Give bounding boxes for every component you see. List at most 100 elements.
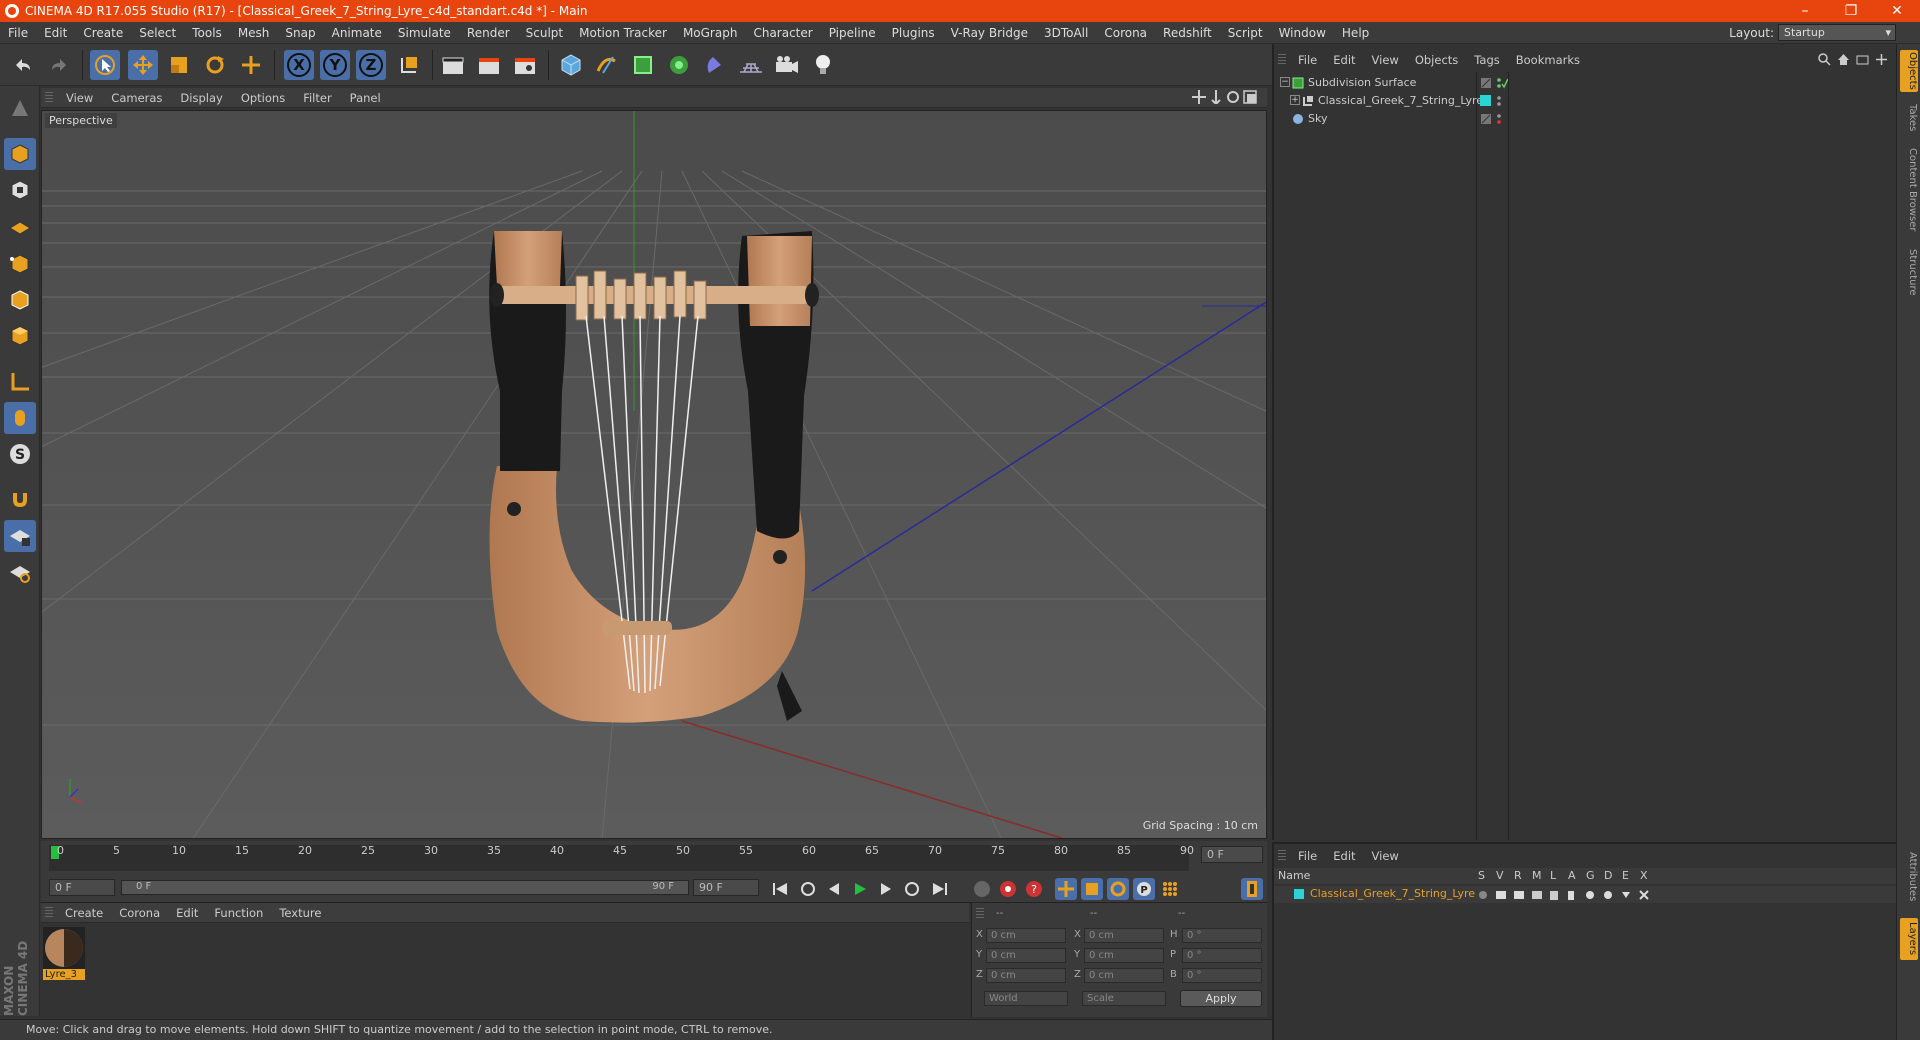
visibility-dots-icon[interactable] — [1496, 112, 1508, 126]
visibility-dots-icon[interactable] — [1496, 94, 1508, 108]
menu-render[interactable]: Render — [459, 26, 518, 40]
object-row-lyre[interactable]: + Classical_Greek_7_String_Lyre — [1274, 92, 1898, 110]
object-row-subdivision[interactable]: − Subdivision Surface — [1274, 74, 1898, 92]
pan-view-icon[interactable] — [1192, 90, 1206, 104]
layout-dropdown[interactable]: Startup ▾ — [1778, 24, 1896, 41]
size-y-field[interactable]: 0 cm — [1084, 948, 1164, 963]
visibility-dots-icon[interactable] — [1496, 76, 1508, 90]
objects-menu-bookmarks[interactable]: Bookmarks — [1508, 53, 1588, 67]
position-z-field[interactable]: 0 cm — [986, 968, 1066, 983]
tab-content-browser[interactable]: Content Browser — [1900, 144, 1918, 236]
texture-mode-button[interactable] — [4, 174, 36, 206]
layers-menu-edit[interactable]: Edit — [1325, 849, 1363, 863]
rotation-h-field[interactable]: 0 ° — [1182, 928, 1262, 943]
viewport-menu-panel[interactable]: Panel — [341, 91, 390, 105]
material-menu-create[interactable]: Create — [57, 906, 111, 920]
timeline-ruler[interactable]: 0 5 10 15 20 25 30 35 40 45 50 55 60 65 … — [41, 841, 1267, 877]
zoom-view-icon[interactable] — [1209, 90, 1223, 104]
go-to-start-button[interactable] — [769, 878, 791, 900]
tab-structure[interactable]: Structure — [1900, 244, 1918, 300]
record-active-button[interactable] — [971, 878, 993, 900]
menu-sculpt[interactable]: Sculpt — [518, 26, 571, 40]
viewport-menu-view[interactable]: View — [57, 91, 102, 105]
menu-vray-bridge[interactable]: V-Ray Bridge — [943, 26, 1036, 40]
apply-button[interactable]: Apply — [1180, 990, 1262, 1007]
objects-menu-edit[interactable]: Edit — [1325, 53, 1363, 67]
menu-mograph[interactable]: MoGraph — [675, 26, 746, 40]
search-icon[interactable] — [1818, 53, 1831, 66]
y-axis-lock-button[interactable]: Y — [320, 50, 350, 80]
expand-toggle-icon[interactable]: + — [1290, 95, 1300, 105]
next-frame-button[interactable] — [875, 878, 897, 900]
menu-create[interactable]: Create — [75, 26, 131, 40]
viewport-menu-filter[interactable]: Filter — [294, 91, 340, 105]
menu-window[interactable]: Window — [1271, 26, 1334, 40]
render-view-button[interactable] — [438, 50, 468, 80]
workplane-lock-button[interactable] — [4, 520, 36, 552]
viewport-menu-options[interactable]: Options — [232, 91, 294, 105]
layer-col-xref[interactable]: X — [1640, 869, 1648, 882]
layer-col-solo[interactable]: S — [1478, 869, 1485, 882]
model-mode-button[interactable] — [4, 138, 36, 170]
position-x-field[interactable]: 0 cm — [986, 928, 1066, 943]
camera-button[interactable] — [772, 50, 802, 80]
snap-button[interactable] — [4, 484, 36, 516]
end-frame-field[interactable]: 90 F — [693, 879, 759, 896]
viewport-menu-display[interactable]: Display — [171, 91, 231, 105]
record-point-level-button[interactable] — [1159, 878, 1181, 900]
previous-key-button[interactable] — [797, 878, 819, 900]
keyframe-selection-button[interactable]: ? — [1023, 878, 1045, 900]
menu-file[interactable]: File — [0, 26, 36, 40]
deformer-button[interactable] — [700, 50, 730, 80]
objects-menu-tags[interactable]: Tags — [1466, 53, 1507, 67]
layer-col-render[interactable]: R — [1514, 869, 1522, 882]
layer-color-swatch[interactable] — [1294, 889, 1304, 899]
size-x-field[interactable]: 0 cm — [1084, 928, 1164, 943]
floor-button[interactable] — [736, 50, 766, 80]
menu-script[interactable]: Script — [1220, 26, 1271, 40]
record-scale-button[interactable] — [1081, 878, 1103, 900]
layer-col-deformers[interactable]: D — [1604, 869, 1612, 882]
minimize-button[interactable]: – — [1782, 0, 1828, 22]
layer-col-expressions[interactable]: E — [1622, 869, 1629, 882]
menu-animate[interactable]: Animate — [324, 26, 390, 40]
edges-mode-button[interactable] — [4, 284, 36, 316]
maximize-view-icon[interactable] — [1243, 90, 1257, 104]
perspective-viewport[interactable]: Perspective Grid Spacing : 10 cm — [41, 110, 1267, 839]
material-menu-edit[interactable]: Edit — [168, 906, 206, 920]
layer-col-generators[interactable]: G — [1586, 869, 1595, 882]
size-mode-dropdown[interactable]: Scale — [1082, 991, 1166, 1006]
rotate-tool-button[interactable] — [200, 50, 230, 80]
orbit-view-icon[interactable] — [1226, 90, 1240, 104]
record-position-button[interactable] — [1055, 878, 1077, 900]
workplane-mode-button[interactable] — [4, 210, 36, 242]
coordinate-system-button[interactable] — [394, 50, 424, 80]
play-button[interactable] — [849, 878, 871, 900]
go-to-end-button[interactable] — [929, 878, 951, 900]
coordinate-space-dropdown[interactable]: World — [984, 991, 1068, 1006]
layer-flag-icons[interactable] — [1478, 889, 1658, 901]
position-y-field[interactable]: 0 cm — [986, 948, 1066, 963]
tab-objects[interactable]: Objects — [1900, 50, 1918, 92]
menu-3dtoall[interactable]: 3DToAll — [1036, 26, 1096, 40]
material-menu-function[interactable]: Function — [206, 906, 271, 920]
menu-redshift[interactable]: Redshift — [1155, 26, 1220, 40]
object-row-sky[interactable]: Sky — [1274, 110, 1898, 128]
menu-simulate[interactable]: Simulate — [390, 26, 459, 40]
layer-col-locked[interactable]: L — [1550, 869, 1556, 882]
live-selection-button[interactable] — [90, 50, 120, 80]
tweak-mode-button[interactable] — [4, 402, 36, 434]
layer-col-animation[interactable]: A — [1568, 869, 1576, 882]
polygons-mode-button[interactable] — [4, 320, 36, 352]
menu-snap[interactable]: Snap — [277, 26, 323, 40]
objects-menu-view[interactable]: View — [1364, 53, 1407, 67]
current-frame-field[interactable]: 0 F — [1201, 846, 1263, 863]
light-button[interactable] — [808, 50, 838, 80]
tab-takes[interactable]: Takes — [1900, 100, 1918, 136]
rotation-p-field[interactable]: 0 ° — [1182, 948, 1262, 963]
axis-mode-button[interactable] — [4, 366, 36, 398]
menu-edit[interactable]: Edit — [36, 26, 75, 40]
layer-row[interactable]: Classical_Greek_7_String_Lyre — [1274, 886, 1898, 903]
menu-mesh[interactable]: Mesh — [230, 26, 278, 40]
timeline-window-button[interactable] — [1241, 878, 1263, 900]
